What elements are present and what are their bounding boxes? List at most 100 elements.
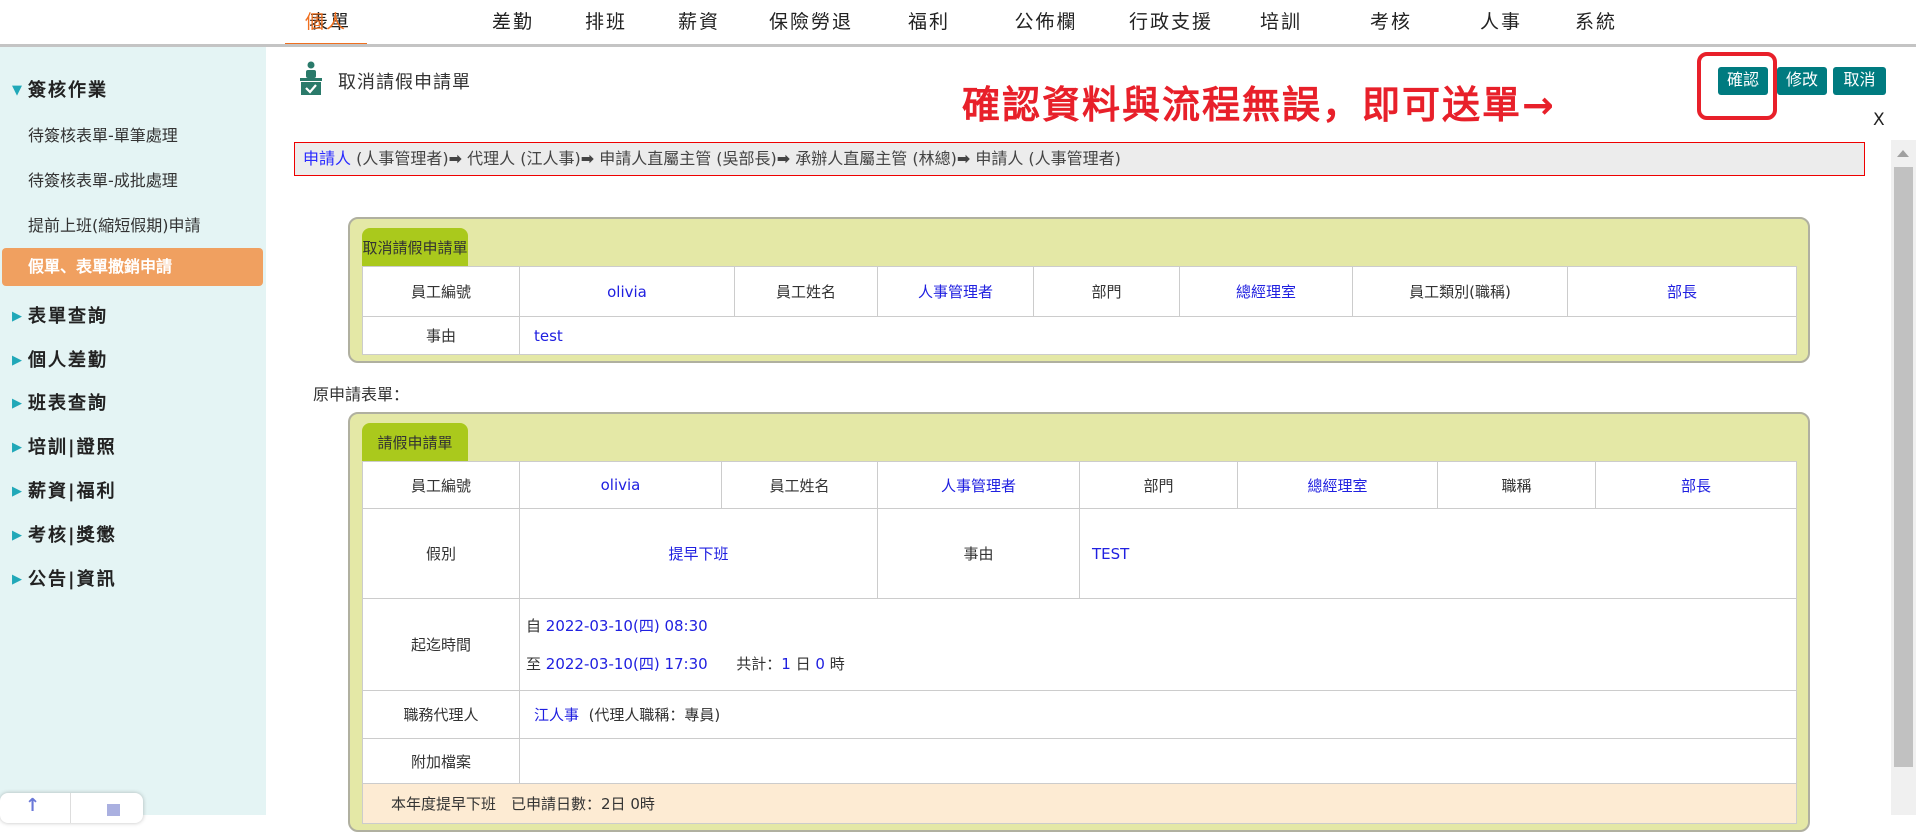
table-row: 附加檔案 — [362, 738, 1797, 784]
cancel-form-panel: 取消請假申請單 員工編號 olivia 員工姓名 人事管理者 部門 總經理室 員… — [348, 217, 1810, 363]
cancel-form-tab: 取消請假申請單 — [362, 228, 468, 266]
label-emp-id: 員工編號 — [362, 266, 520, 317]
original-form-label: 原申請表單： — [313, 385, 410, 404]
caret-right-icon: ▶ — [12, 528, 24, 543]
label-leave-type: 假別 — [362, 508, 520, 599]
group-label: 培訓|證照 — [28, 437, 117, 458]
sidebar-item-pending-single[interactable]: 待簽核表單-單筆處理 — [28, 122, 178, 146]
close-icon[interactable]: X — [1873, 110, 1885, 130]
to-prefix: 至 — [526, 654, 542, 673]
agent-title: (代理人職稱：專員) — [588, 706, 721, 724]
value-period: 自 2022-03-10(四) 08:30 至 2022-03-10(四) 17… — [519, 598, 1797, 691]
label-emp-id: 員工編號 — [362, 461, 520, 509]
value-title: 部長 — [1595, 461, 1797, 509]
instruction-notice: 確認資料與流程無誤，即可送單→ — [962, 83, 1556, 127]
arrow-icon: ➡ — [776, 149, 791, 168]
label-emp-name: 員工姓名 — [721, 461, 878, 509]
group-label: 考核|獎懲 — [28, 525, 117, 546]
sidebar-group-attendance[interactable]: ▶ 個人差勤 — [12, 346, 108, 372]
caret-down-icon: ▼ — [12, 83, 24, 98]
nav-training[interactable]: 培訓 — [1236, 0, 1326, 47]
table-row: 員工編號 olivia 員工姓名 人事管理者 部門 總經理室 職稱 部長 — [362, 461, 1797, 509]
nav-divider — [0, 44, 1916, 47]
caret-right-icon: ▶ — [12, 353, 24, 368]
leave-form-table: 員工編號 olivia 員工姓名 人事管理者 部門 總經理室 職稱 部長 假別 … — [362, 461, 1797, 824]
label-agent: 職務代理人 — [362, 690, 520, 739]
label-dept: 部門 — [1033, 266, 1180, 317]
total-days: 1 — [781, 654, 791, 673]
nav-insurance[interactable]: 保險勞退 — [745, 0, 877, 47]
nav-admin-support[interactable]: 行政支援 — [1105, 0, 1237, 47]
scrollbar[interactable] — [1891, 140, 1916, 815]
sidebar-group-schedule[interactable]: ▶ 班表查詢 — [12, 389, 108, 415]
sidebar-group-form-query[interactable]: ▶ 表單查詢 — [12, 302, 108, 328]
total-label: 共計： — [736, 654, 782, 673]
label-reason: 事由 — [877, 508, 1080, 599]
sidebar-item-revoke[interactable]: 假單、表單撤銷申請 — [2, 248, 263, 286]
cancel-form-table: 員工編號 olivia 員工姓名 人事管理者 部門 總經理室 員工類別(職稱) … — [362, 266, 1797, 355]
scroll-top-icon[interactable]: ↑ — [25, 795, 40, 816]
caret-right-icon: ▶ — [12, 396, 24, 411]
value-emp-id: olivia — [519, 461, 722, 509]
sidebar-group-bulletin[interactable]: ▶ 公告|資訊 — [12, 565, 117, 591]
approval-flow: 申請人 (人事管理者)➡ 代理人 (江人事)➡ 申請人直屬主管 (吳部長)➡ 承… — [294, 142, 1865, 176]
table-row: 假別 提早下班 事由 TEST — [362, 508, 1797, 599]
sidebar-item-early-work[interactable]: 提前上班(縮短假期)申請 — [28, 212, 201, 236]
nav-system[interactable]: 系統 — [1551, 0, 1641, 47]
edit-button[interactable]: 修改 — [1777, 67, 1827, 95]
label-emp-name: 員工姓名 — [734, 266, 878, 317]
label-title: 職稱 — [1437, 461, 1596, 509]
nav-personal[interactable]: 個人 — [285, 0, 367, 47]
value-leave-type: 提早下班 — [519, 508, 878, 599]
caret-right-icon: ▶ — [12, 309, 24, 324]
nav-attendance[interactable]: 差勤 — [468, 0, 558, 47]
sidebar-item-pending-batch[interactable]: 待簽核表單-成批處理 — [28, 167, 178, 191]
value-dept: 總經理室 — [1179, 266, 1353, 317]
caret-right-icon: ▶ — [12, 572, 24, 587]
value-reason: test — [519, 316, 1797, 355]
confirm-button[interactable]: 確認 — [1718, 67, 1768, 95]
nav-evaluation[interactable]: 考核 — [1346, 0, 1436, 47]
sidebar-group-evaluation[interactable]: ▶ 考核|獎懲 — [12, 521, 117, 547]
value-emp-id: olivia — [519, 266, 735, 317]
page-title: 取消請假申請單 — [338, 72, 471, 93]
leave-form-panel: 請假申請單 員工編號 olivia 員工姓名 人事管理者 部門 總經理室 職稱 … — [348, 412, 1810, 832]
label-attachment: 附加檔案 — [362, 738, 520, 784]
arrow-icon: ➡ — [956, 149, 971, 168]
label-dept: 部門 — [1079, 461, 1238, 509]
flow-step: 代理人 (江人事) — [467, 149, 581, 168]
scroll-up-icon[interactable] — [1897, 150, 1909, 157]
value-reason: TEST — [1079, 508, 1797, 599]
label-reason: 事由 — [362, 316, 520, 355]
nav-welfare[interactable]: 福利 — [884, 0, 974, 47]
cancel-button[interactable]: 取消 — [1833, 67, 1886, 95]
value-agent: 江人事 (代理人職稱：專員) — [519, 690, 1797, 739]
caret-right-icon: ▶ — [12, 440, 24, 455]
sidebar-group-approval[interactable]: ▼ 簽核作業 — [12, 76, 108, 102]
sidebar-group-salary[interactable]: ▶ 薪資|福利 — [12, 477, 117, 503]
hour-unit: 時 — [829, 654, 845, 673]
day-unit: 日 — [795, 654, 811, 673]
nav-schedule[interactable]: 排班 — [561, 0, 651, 47]
value-emp-name: 人事管理者 — [877, 461, 1080, 509]
nav-hr[interactable]: 人事 — [1456, 0, 1546, 47]
label-title: 員工類別(職稱) — [1352, 266, 1568, 317]
approval-person-icon — [300, 61, 322, 95]
flow-step: 承辦人直屬主管 (林總) — [795, 149, 957, 168]
nav-bulletin[interactable]: 公佈欄 — [990, 0, 1101, 47]
period-to: 至 2022-03-10(四) 17:30 共計：1 日 0 時 — [526, 645, 1796, 683]
table-row: 起迄時間 自 2022-03-10(四) 08:30 至 2022-03-10(… — [362, 598, 1797, 691]
flow-step: 申請人 (人事管理者) — [975, 149, 1121, 168]
top-nav: 表單 個人 差勤 排班 薪資 保險勞退 福利 公佈欄 行政支援 培訓 考核 人事… — [0, 0, 1916, 47]
flow-step[interactable]: 申請人 — [303, 149, 351, 168]
scrollbar-thumb[interactable] — [1894, 167, 1913, 767]
sidebar-group-training[interactable]: ▶ 培訓|證照 — [12, 433, 117, 459]
leave-summary: 本年度提早下班 已申請日數：2日 0時 — [362, 783, 1797, 824]
edit-icon[interactable] — [107, 804, 120, 816]
leave-form-tab: 請假申請單 — [362, 423, 468, 461]
period-from: 自 2022-03-10(四) 08:30 — [526, 607, 1796, 645]
label-period: 起迄時間 — [362, 598, 520, 691]
nav-salary[interactable]: 薪資 — [654, 0, 744, 47]
value-title: 部長 — [1567, 266, 1797, 317]
group-label: 班表查詢 — [28, 393, 108, 414]
